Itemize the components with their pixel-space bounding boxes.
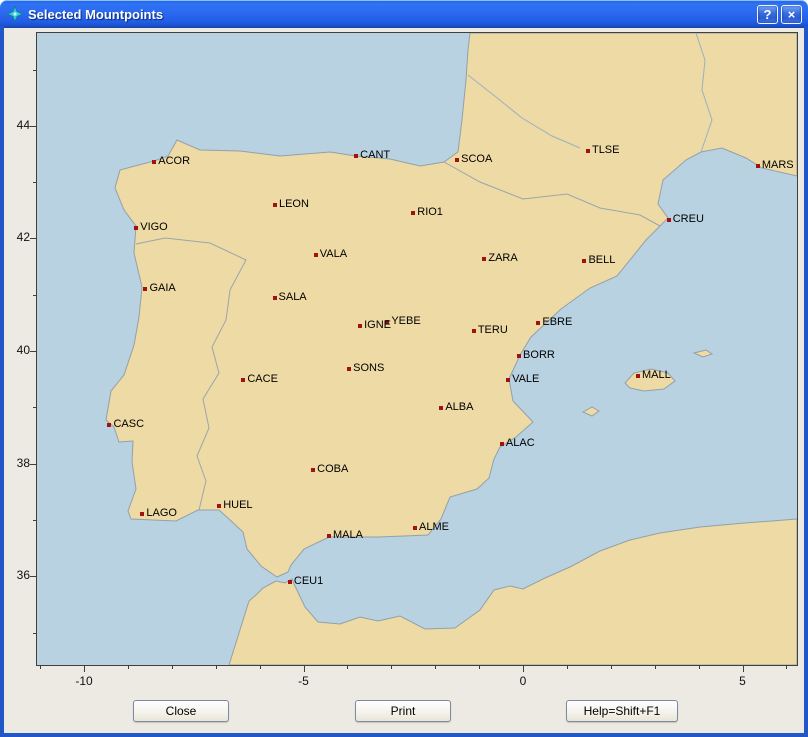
y-axis-tick-label: 42 — [4, 230, 30, 244]
map-plot — [36, 32, 798, 666]
window-border-left — [0, 26, 4, 737]
titlebar[interactable]: Selected Mountpoints ? × — [0, 0, 808, 28]
x-axis-tick — [435, 666, 436, 669]
x-axis-tick — [786, 666, 787, 669]
x-axis-tick — [699, 666, 700, 669]
x-axis-tick — [40, 666, 41, 669]
dialog-window: Selected Mountpoints ? × ACORCANTSCOATLS… — [0, 0, 808, 737]
x-axis-tick — [655, 666, 656, 669]
map-canvas — [37, 33, 797, 665]
x-axis-tick-label: -5 — [284, 674, 324, 688]
window-border-right — [804, 26, 808, 737]
x-axis-tick — [611, 666, 612, 669]
x-axis-tick — [479, 666, 480, 669]
y-axis-tick-label: 40 — [4, 343, 30, 357]
window-border-bottom — [0, 733, 808, 737]
y-axis-tick-label: 44 — [4, 118, 30, 132]
x-axis-tick — [260, 666, 261, 669]
x-axis-tick — [216, 666, 217, 669]
x-axis-tick — [391, 666, 392, 669]
help-button[interactable]: ? — [757, 5, 778, 24]
y-axis-tick-label: 36 — [4, 568, 30, 582]
x-axis-tick-label: 0 — [503, 674, 543, 688]
x-axis-tick — [84, 666, 85, 672]
x-axis-tick — [567, 666, 568, 669]
help-shortcut-button[interactable]: Help=Shift+F1 — [566, 700, 678, 722]
x-axis-tick — [172, 666, 173, 669]
x-axis-tick — [128, 666, 129, 669]
x-axis-tick — [523, 666, 524, 672]
x-axis-tick — [304, 666, 305, 672]
y-axis-tick-label: 38 — [4, 456, 30, 470]
window-icon — [7, 6, 23, 22]
print-button[interactable]: Print — [355, 700, 451, 722]
close-window-button[interactable]: × — [781, 5, 802, 24]
x-axis-tick-label: 5 — [723, 674, 763, 688]
close-dialog-button[interactable]: Close — [133, 700, 229, 722]
window-title: Selected Mountpoints — [28, 7, 757, 22]
x-axis-tick — [743, 666, 744, 672]
x-axis-tick-label: -10 — [64, 674, 104, 688]
x-axis-tick — [347, 666, 348, 669]
